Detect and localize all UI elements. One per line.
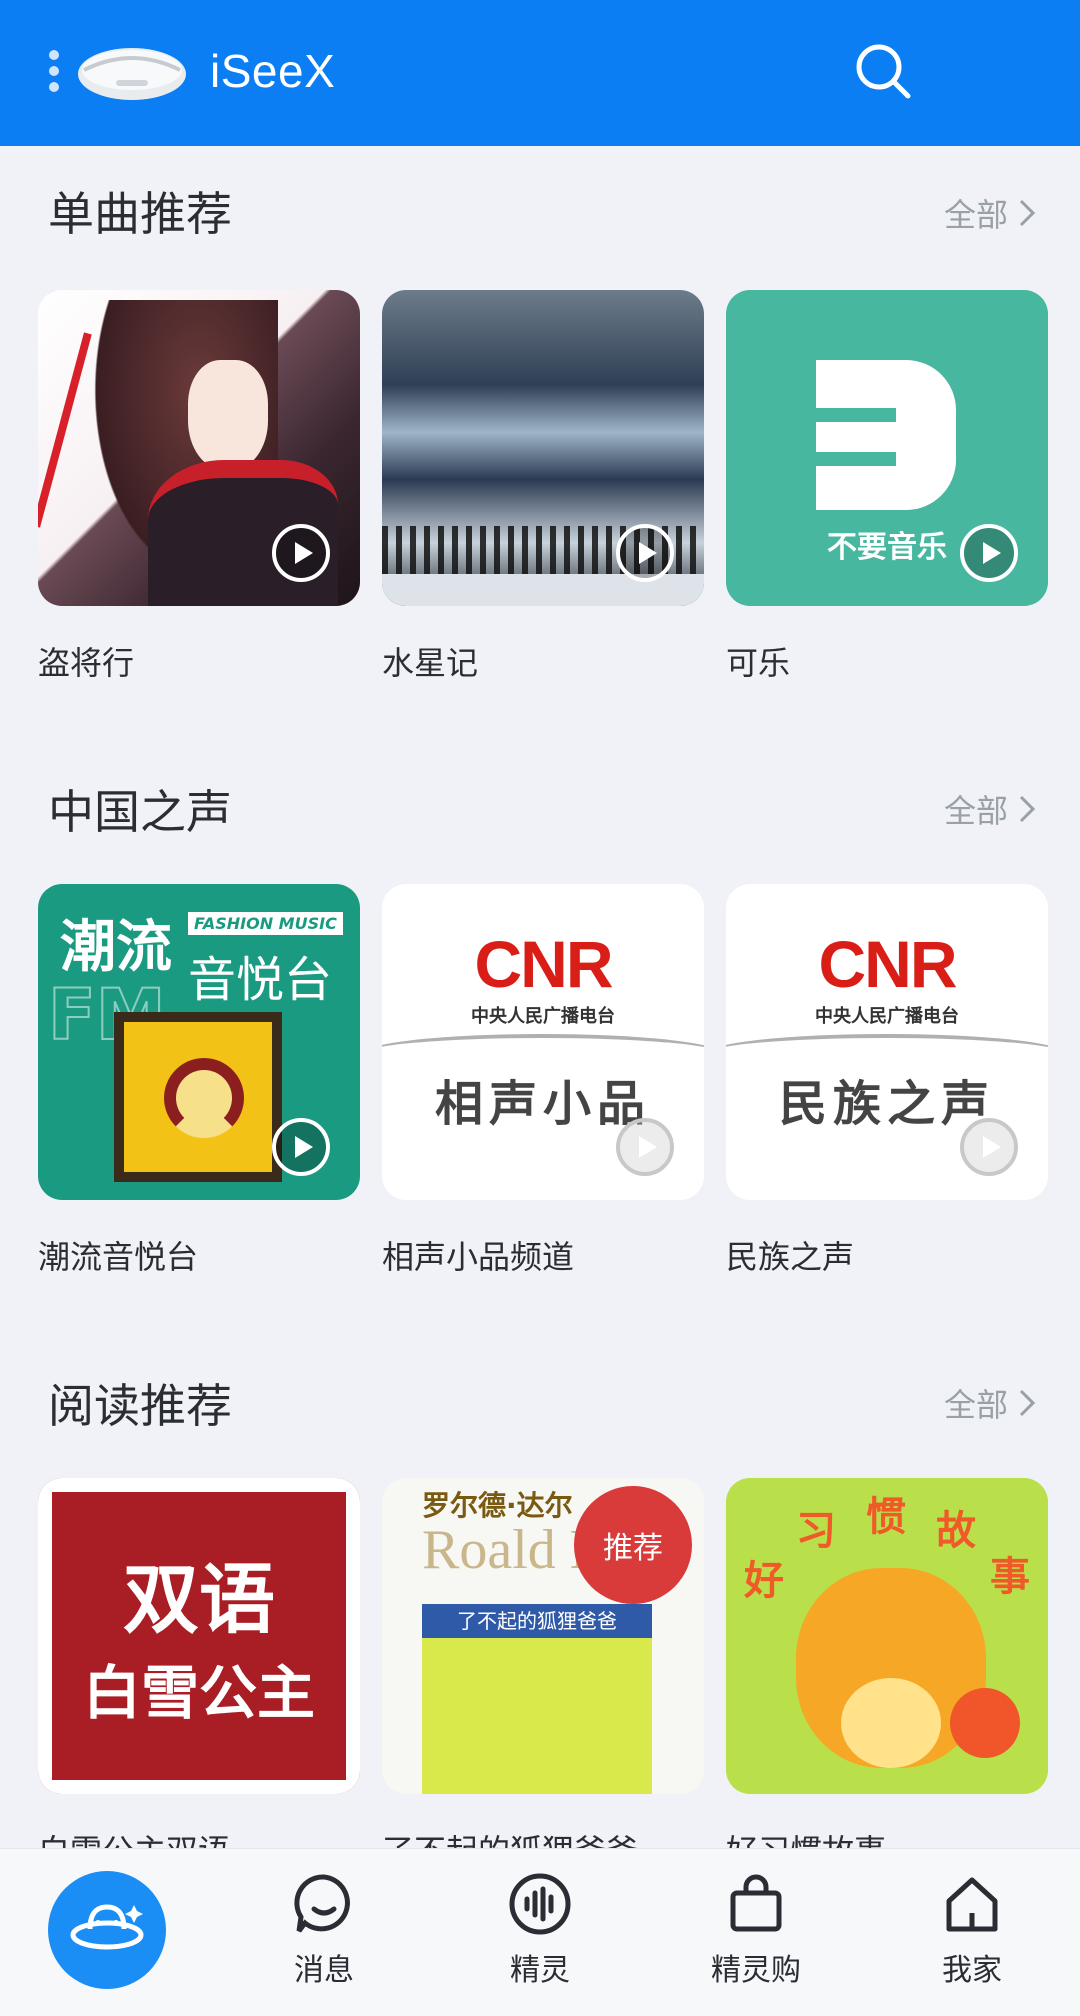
nav-item-my-home[interactable]: 我家 bbox=[902, 1871, 1042, 1989]
card-title: 了不起的狐狸爸爸 bbox=[382, 1826, 704, 1848]
cnr-logo: CNR bbox=[818, 927, 958, 1001]
media-card[interactable]: 罗尔德·达尔 Roald Dahl 了不起的狐狸爸爸 推荐 了不起的狐狸爸爸 bbox=[382, 1478, 704, 1848]
cover-image bbox=[382, 290, 704, 606]
search-icon[interactable] bbox=[852, 40, 914, 102]
ufo-icon bbox=[70, 1904, 144, 1950]
card-title: 白雪公主双语 bbox=[38, 1826, 360, 1848]
play-icon[interactable] bbox=[616, 1118, 674, 1176]
see-all-label: 全部 bbox=[943, 196, 1008, 234]
nav-item-shop[interactable]: 精灵购 bbox=[686, 1871, 826, 1989]
cover-text: 故 bbox=[936, 1508, 976, 1554]
cover-image: 潮流 FASHION MUSIC 音悦台 FM bbox=[38, 884, 360, 1200]
nav-label: 我家 bbox=[942, 1953, 1002, 1988]
card-row: 双语 白雪公主 白雪公主双语 罗尔德·达尔 Roald Dahl 了不起的狐狸爸… bbox=[38, 1478, 1048, 1848]
media-card[interactable]: 盗将行 bbox=[38, 290, 360, 684]
media-card[interactable]: 好 习 惯 故 事 好习惯故事 bbox=[726, 1478, 1048, 1848]
chevron-right-icon bbox=[1019, 795, 1036, 823]
recommend-badge: 推荐 bbox=[574, 1486, 692, 1604]
card-title: 好习惯故事 bbox=[726, 1826, 1048, 1848]
media-card[interactable]: 潮流 FASHION MUSIC 音悦台 FM 潮流音悦台 bbox=[38, 884, 360, 1278]
play-icon[interactable] bbox=[960, 524, 1018, 582]
card-title: 盗将行 bbox=[38, 644, 135, 682]
cover-image bbox=[38, 290, 360, 606]
top-app-bar: iSeeX bbox=[0, 0, 1080, 146]
section-reading-recommend: 阅读推荐 全部 双语 白雪公主 白雪公主双语 罗尔德·达尔 Roald Dahl… bbox=[0, 1334, 1080, 1848]
nav-item-messages[interactable]: 消息 bbox=[254, 1871, 394, 1989]
see-all-label: 全部 bbox=[943, 792, 1008, 830]
shopping-bag-icon bbox=[730, 1874, 782, 1932]
card-row: 盗将行 水星记 不要音乐 可乐 bbox=[38, 290, 1048, 684]
nav-item-spirit[interactable]: 精灵 bbox=[470, 1871, 610, 1989]
cover-text: 事 bbox=[990, 1554, 1030, 1600]
cover-image: 不要音乐 bbox=[726, 290, 1048, 606]
nav-label: 消息 bbox=[294, 1953, 354, 1988]
see-all-link[interactable]: 全部 bbox=[944, 190, 1036, 236]
see-all-link[interactable]: 全部 bbox=[944, 786, 1036, 832]
play-icon[interactable] bbox=[272, 524, 330, 582]
nav-label: 精灵 bbox=[510, 1953, 570, 1988]
cover-text: 双语 bbox=[123, 1555, 275, 1644]
section-title: 中国之声 bbox=[48, 785, 232, 839]
app-title: iSeeX bbox=[210, 45, 336, 97]
cover-text: 习 bbox=[796, 1508, 836, 1554]
cnr-logo: CNR bbox=[474, 927, 614, 1001]
card-title: 潮流音悦台 bbox=[38, 1238, 199, 1276]
nav-home-button[interactable] bbox=[48, 1871, 166, 1989]
section-title: 阅读推荐 bbox=[48, 1379, 232, 1433]
see-all-label: 全部 bbox=[943, 1386, 1008, 1424]
cover-image: CNR 中央人民广播电台 民族之声 bbox=[726, 884, 1048, 1200]
nav-label: 精灵购 bbox=[711, 1953, 801, 1988]
cover-text: 中央人民广播电台 bbox=[815, 1006, 959, 1027]
play-icon[interactable] bbox=[616, 524, 674, 582]
card-title: 相声小品频道 bbox=[382, 1238, 575, 1276]
section-china-voice: 中国之声 全部 潮流 FASHION MUSIC 音悦台 FM 潮流音悦台 CN… bbox=[0, 740, 1080, 1300]
cover-text: 中央人民广播电台 bbox=[471, 1006, 615, 1027]
card-title: 民族之声 bbox=[726, 1238, 855, 1276]
home-icon bbox=[946, 1877, 998, 1932]
cover-text: 音悦台 bbox=[188, 952, 333, 1008]
media-card[interactable]: 水星记 bbox=[382, 290, 704, 684]
cover-text: 好 bbox=[744, 1558, 784, 1604]
media-card[interactable]: CNR 中央人民广播电台 民族之声 民族之声 bbox=[726, 884, 1048, 1278]
section-single-recommend: 单曲推荐 全部 盗将行 水星记 不要音乐 可乐 bbox=[0, 146, 1080, 706]
cover-image: CNR 中央人民广播电台 相声小品 bbox=[382, 884, 704, 1200]
cover-text: FASHION MUSIC bbox=[188, 912, 343, 935]
cover-text: 潮流 bbox=[60, 915, 172, 980]
see-all-link[interactable]: 全部 bbox=[944, 1380, 1036, 1426]
media-card[interactable]: CNR 中央人民广播电台 相声小品 相声小品频道 bbox=[382, 884, 704, 1278]
card-title: 可乐 bbox=[726, 644, 791, 682]
section-title: 单曲推荐 bbox=[48, 187, 232, 241]
chat-bubble-icon bbox=[294, 1874, 350, 1933]
cover-image: 双语 白雪公主 bbox=[38, 1478, 360, 1794]
media-card[interactable]: 不要音乐 可乐 bbox=[726, 290, 1048, 684]
media-card[interactable]: 双语 白雪公主 白雪公主双语 bbox=[38, 1478, 360, 1848]
bottom-nav: 消息 精灵 精灵购 我家 bbox=[0, 1848, 1080, 2016]
cover-text: 惯 bbox=[866, 1494, 906, 1540]
chevron-right-icon bbox=[1019, 199, 1036, 227]
cover-text: 白雪公主 bbox=[82, 1659, 315, 1727]
cover-image: 罗尔德·达尔 Roald Dahl 了不起的狐狸爸爸 推荐 bbox=[382, 1478, 704, 1794]
voice-wave-icon bbox=[509, 1873, 571, 1935]
chevron-right-icon bbox=[1019, 1389, 1036, 1417]
cover-text: 了不起的狐狸爸爸 bbox=[422, 1604, 652, 1638]
play-icon[interactable] bbox=[272, 1118, 330, 1176]
play-icon[interactable] bbox=[960, 1118, 1018, 1176]
menu-icon[interactable] bbox=[48, 50, 60, 92]
device-logo-icon bbox=[78, 48, 186, 100]
card-row: 潮流 FASHION MUSIC 音悦台 FM 潮流音悦台 CNR 中央人民广播… bbox=[38, 884, 1048, 1278]
card-title: 水星记 bbox=[382, 644, 479, 682]
cover-image: 好 习 惯 故 事 bbox=[726, 1478, 1048, 1794]
